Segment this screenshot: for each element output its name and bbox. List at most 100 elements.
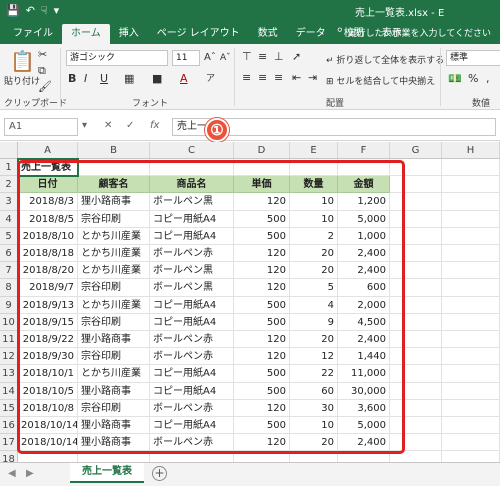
table-cell[interactable]: 宗谷印刷 bbox=[78, 399, 150, 417]
table-cell[interactable]: 2018/9/13 bbox=[18, 296, 78, 314]
currency-icon[interactable]: 💵 bbox=[448, 72, 462, 86]
table-cell[interactable]: ボールペン赤 bbox=[150, 434, 234, 452]
cell[interactable] bbox=[390, 245, 442, 263]
table-cell[interactable]: 12 bbox=[290, 348, 338, 366]
column-header[interactable]: F bbox=[338, 142, 390, 159]
cell[interactable] bbox=[442, 262, 500, 280]
row-header[interactable]: 1 bbox=[0, 159, 18, 177]
cell[interactable] bbox=[390, 417, 442, 435]
table-cell[interactable]: 2018/10/14 bbox=[18, 417, 78, 435]
cell[interactable] bbox=[390, 348, 442, 366]
undo-icon[interactable]: ↶ bbox=[26, 3, 35, 19]
font-size-select[interactable]: 11 bbox=[172, 50, 200, 66]
table-cell[interactable]: 30,000 bbox=[338, 382, 390, 400]
table-cell[interactable]: 5,000 bbox=[338, 417, 390, 435]
cell[interactable] bbox=[442, 296, 500, 314]
table-cell[interactable]: とかち川産業 bbox=[78, 296, 150, 314]
tell-me-box[interactable]: ⚪ 実行したい作業を入力してください bbox=[336, 26, 491, 39]
table-cell[interactable]: 2,400 bbox=[338, 434, 390, 452]
table-cell[interactable]: 120 bbox=[234, 399, 290, 417]
sheet-next-icon[interactable]: ▶ bbox=[26, 468, 34, 479]
table-cell[interactable]: 宗谷印刷 bbox=[78, 279, 150, 297]
table-cell[interactable]: 500 bbox=[234, 417, 290, 435]
cell[interactable] bbox=[442, 279, 500, 297]
table-cell[interactable]: 2,400 bbox=[338, 245, 390, 263]
cell[interactable] bbox=[390, 365, 442, 383]
table-cell[interactable]: 2018/8/3 bbox=[18, 193, 78, 211]
cell[interactable] bbox=[390, 399, 442, 417]
table-cell[interactable]: 20 bbox=[290, 245, 338, 263]
paste-icon[interactable]: 📋 bbox=[10, 50, 35, 72]
table-cell[interactable]: コピー用紙A4 bbox=[150, 210, 234, 228]
bold-icon[interactable]: B bbox=[68, 72, 76, 86]
font-name-select[interactable]: 游ゴシック bbox=[66, 50, 168, 66]
cell[interactable] bbox=[442, 417, 500, 435]
table-cell[interactable]: 狸小路商事 bbox=[78, 331, 150, 349]
table-cell[interactable]: 2018/8/18 bbox=[18, 245, 78, 263]
cell[interactable] bbox=[442, 434, 500, 452]
table-cell[interactable]: 120 bbox=[234, 193, 290, 211]
cell[interactable] bbox=[390, 451, 442, 462]
table-cell[interactable]: 2,400 bbox=[338, 331, 390, 349]
table-cell[interactable]: ボールペン赤 bbox=[150, 399, 234, 417]
insert-function-button[interactable]: fx bbox=[150, 120, 159, 131]
table-cell[interactable]: 狸小路商事 bbox=[78, 193, 150, 211]
cell[interactable] bbox=[390, 313, 442, 331]
column-header[interactable]: D bbox=[234, 142, 290, 159]
row-header[interactable]: 7 bbox=[0, 262, 18, 280]
table-cell[interactable]: 2018/10/5 bbox=[18, 382, 78, 400]
table-cell[interactable]: 10 bbox=[290, 193, 338, 211]
table-cell[interactable]: 宗谷印刷 bbox=[78, 348, 150, 366]
row-header[interactable]: 14 bbox=[0, 382, 18, 400]
cell[interactable] bbox=[442, 382, 500, 400]
table-cell[interactable]: 20 bbox=[290, 434, 338, 452]
table-cell[interactable]: 20 bbox=[290, 331, 338, 349]
cell[interactable] bbox=[390, 434, 442, 452]
fill-color-icon[interactable]: ■ bbox=[152, 72, 162, 86]
save-icon[interactable]: 💾 bbox=[6, 3, 20, 19]
row-header[interactable]: 3 bbox=[0, 193, 18, 211]
cell[interactable] bbox=[442, 159, 500, 177]
cell[interactable] bbox=[442, 365, 500, 383]
font-color-icon[interactable]: A bbox=[180, 72, 188, 86]
table-cell[interactable]: とかち川産業 bbox=[78, 365, 150, 383]
row-header[interactable]: 16 bbox=[0, 417, 18, 435]
cell[interactable] bbox=[18, 451, 78, 462]
add-sheet-button[interactable]: + bbox=[152, 466, 167, 481]
cell[interactable] bbox=[338, 451, 390, 462]
table-cell[interactable]: とかち川産業 bbox=[78, 262, 150, 280]
cell[interactable] bbox=[442, 348, 500, 366]
cell[interactable] bbox=[390, 296, 442, 314]
align-top-icon[interactable]: ⊤ bbox=[242, 50, 252, 64]
row-header[interactable]: 6 bbox=[0, 245, 18, 263]
row-header[interactable]: 9 bbox=[0, 296, 18, 314]
cell[interactable] bbox=[390, 331, 442, 349]
cell[interactable] bbox=[338, 159, 390, 177]
table-cell[interactable]: 1,000 bbox=[338, 227, 390, 245]
table-cell[interactable]: コピー用紙A4 bbox=[150, 227, 234, 245]
table-header-cell[interactable]: 金額 bbox=[338, 176, 390, 194]
cell[interactable] bbox=[442, 331, 500, 349]
table-cell[interactable]: コピー用紙A4 bbox=[150, 296, 234, 314]
table-cell[interactable]: 2018/9/30 bbox=[18, 348, 78, 366]
cell[interactable] bbox=[442, 451, 500, 462]
ribbon-tab[interactable]: ページ レイアウト bbox=[148, 24, 249, 44]
name-box[interactable]: A1 bbox=[4, 118, 78, 136]
cell[interactable] bbox=[390, 262, 442, 280]
table-cell[interactable]: 宗谷印刷 bbox=[78, 210, 150, 228]
row-header[interactable]: 13 bbox=[0, 365, 18, 383]
table-cell[interactable]: 2,000 bbox=[338, 296, 390, 314]
cell[interactable] bbox=[390, 159, 442, 177]
sheet-prev-icon[interactable]: ◀ bbox=[8, 468, 16, 479]
shrink-font-icon[interactable]: Aˇ bbox=[220, 51, 231, 65]
table-cell[interactable]: 20 bbox=[290, 262, 338, 280]
border-icon[interactable]: ▦ bbox=[124, 72, 134, 86]
table-cell[interactable]: ボールペン黒 bbox=[150, 262, 234, 280]
row-header[interactable]: 15 bbox=[0, 399, 18, 417]
cell[interactable] bbox=[234, 159, 290, 177]
table-header-cell[interactable]: 顧客名 bbox=[78, 176, 150, 194]
column-header[interactable]: E bbox=[290, 142, 338, 159]
table-cell[interactable]: 11,000 bbox=[338, 365, 390, 383]
cell[interactable] bbox=[290, 451, 338, 462]
table-cell[interactable]: 2018/9/22 bbox=[18, 331, 78, 349]
